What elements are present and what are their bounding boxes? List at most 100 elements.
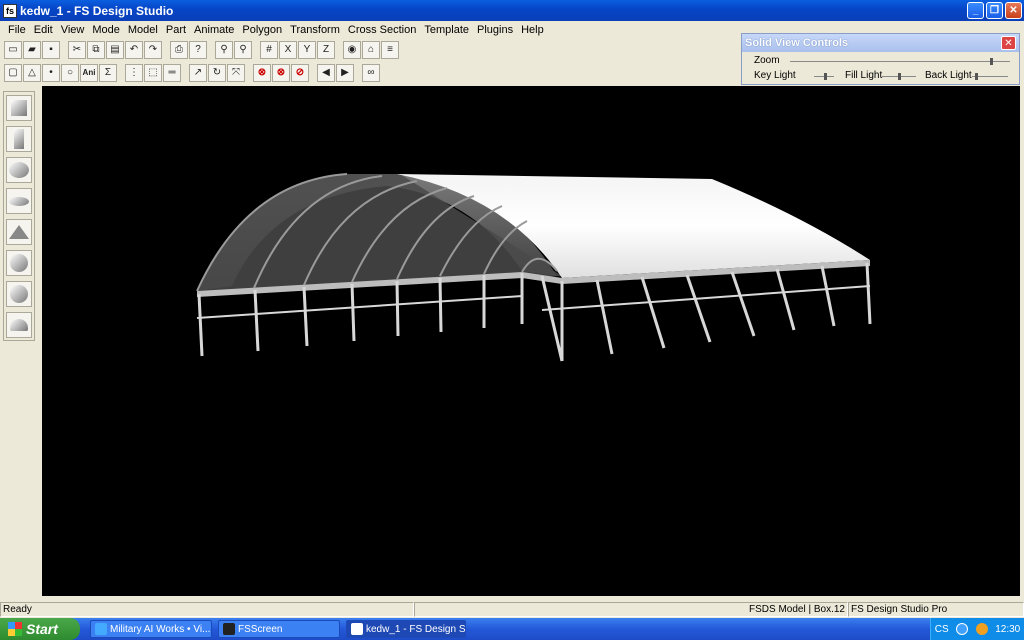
dotted-select-icon[interactable]: ⋮ xyxy=(125,64,143,82)
select-box-icon[interactable]: ▢ xyxy=(4,64,22,82)
dome-primitive-button[interactable] xyxy=(6,312,32,338)
menu-help[interactable]: Help xyxy=(517,24,548,36)
new-file-icon[interactable]: ▭ xyxy=(4,41,22,59)
binoculars-icon[interactable]: ∞ xyxy=(362,64,380,82)
cube-primitive-button[interactable] xyxy=(6,95,32,121)
menu-mode[interactable]: Mode xyxy=(88,24,124,36)
delete-red-icon-1[interactable]: ⊗ xyxy=(253,64,271,82)
taskbar-item-browser[interactable]: Military AI Works • Vi... xyxy=(90,620,212,638)
cylinder-primitive-button[interactable] xyxy=(6,126,32,152)
panel-title: Solid View Controls xyxy=(742,34,1019,52)
hangar-model[interactable] xyxy=(42,86,1020,596)
next-icon[interactable]: ▶ xyxy=(336,64,354,82)
security-icon[interactable] xyxy=(975,623,988,635)
menu-part[interactable]: Part xyxy=(162,24,190,36)
menu-template[interactable]: Template xyxy=(420,24,473,36)
open-folder-icon[interactable]: ▰ xyxy=(23,41,41,59)
sum-icon[interactable]: Σ xyxy=(99,64,117,82)
settings-icon[interactable]: ≡ xyxy=(381,41,399,59)
zoom-out-icon[interactable]: ⚲ xyxy=(234,41,252,59)
paste-icon[interactable]: ▤ xyxy=(106,41,124,59)
menu-edit[interactable]: Edit xyxy=(30,24,57,36)
menu-cross-section[interactable]: Cross Section xyxy=(344,24,420,36)
circle-icon[interactable]: ○ xyxy=(61,64,79,82)
geosphere-icon xyxy=(10,254,28,272)
view-eye-icon[interactable]: ◉ xyxy=(343,41,361,59)
back-light-slider[interactable] xyxy=(972,73,1008,80)
save-icon[interactable]: ▪ xyxy=(42,41,60,59)
tools-toolbar: ▢ △ • ○ Ani Σ ⋮ ⬚ ═ ↗ ↻ ⤧ ⊗ ⊗ ⊘ ◀ ▶ ∞ xyxy=(4,62,380,84)
window-title: kedw_1 - FS Design Studio xyxy=(20,3,174,18)
maximize-button[interactable]: ❐ xyxy=(986,2,1003,19)
menu-file[interactable]: File xyxy=(4,24,30,36)
cut-icon[interactable]: ✂ xyxy=(68,41,86,59)
menu-plugins[interactable]: Plugins xyxy=(473,24,517,36)
taskbar-item-label: kedw_1 - FS Design S... xyxy=(366,623,466,635)
copy-icon[interactable]: ⧉ xyxy=(87,41,105,59)
sphere-primitive-button[interactable] xyxy=(6,157,32,183)
panel-close-icon[interactable]: ✕ xyxy=(1001,36,1016,50)
menu-animate[interactable]: Animate xyxy=(190,24,238,36)
key-light-thumb[interactable] xyxy=(824,73,827,80)
zoom-slider-thumb[interactable] xyxy=(990,58,993,65)
marquee-icon[interactable]: ⬚ xyxy=(144,64,162,82)
status-bar: Ready FSDS Model | Box.12 FS Design Stud… xyxy=(0,602,1024,618)
move-arrow-icon[interactable]: ↗ xyxy=(189,64,207,82)
taskbar-item-fsds[interactable]: kedw_1 - FS Design S... xyxy=(346,620,466,638)
scale-icon[interactable]: ⤧ xyxy=(227,64,245,82)
status-model: FSDS Model | Box.12 xyxy=(414,602,848,617)
grid-icon[interactable]: # xyxy=(260,41,278,59)
status-product: FS Design Studio Pro xyxy=(848,602,1024,617)
cube-icon xyxy=(11,100,27,116)
back-light-thumb[interactable] xyxy=(975,73,978,80)
system-tray: CS 12:30 xyxy=(930,618,1024,640)
point-icon[interactable]: • xyxy=(42,64,60,82)
start-button[interactable]: Start xyxy=(0,618,80,640)
key-light-slider[interactable] xyxy=(814,73,834,80)
taskbar-item-label: FSScreen xyxy=(238,623,283,635)
ruler-icon[interactable]: ═ xyxy=(163,64,181,82)
geosphere2-icon xyxy=(10,285,28,303)
taskbar-item-fsscreen[interactable]: FSScreen xyxy=(218,620,340,638)
geosphere2-primitive-button[interactable] xyxy=(6,281,32,307)
axis-x-icon[interactable]: X xyxy=(279,41,297,59)
undo-icon[interactable]: ↶ xyxy=(125,41,143,59)
cone-primitive-button[interactable] xyxy=(6,219,32,245)
help-icon[interactable]: ? xyxy=(189,41,207,59)
fsds-icon xyxy=(351,623,363,635)
axis-z-icon[interactable]: Z xyxy=(317,41,335,59)
zoom-slider[interactable] xyxy=(790,58,1010,65)
status-text: Ready xyxy=(0,602,414,617)
geosphere-primitive-button[interactable] xyxy=(6,250,32,276)
key-light-label: Key Light xyxy=(754,70,796,81)
fill-light-label: Fill Light xyxy=(845,70,883,81)
animate-button[interactable]: Ani xyxy=(80,64,98,82)
app-icon[interactable]: fs xyxy=(3,3,17,18)
fill-light-thumb[interactable] xyxy=(898,73,901,80)
network-icon[interactable] xyxy=(956,623,969,635)
minimize-button[interactable]: _ xyxy=(967,2,984,19)
rotate-icon[interactable]: ↻ xyxy=(208,64,226,82)
triangle-icon[interactable]: △ xyxy=(23,64,41,82)
menu-view[interactable]: View xyxy=(57,24,89,36)
prev-icon[interactable]: ◀ xyxy=(317,64,335,82)
menu-model[interactable]: Model xyxy=(124,24,162,36)
delete-red-icon-3[interactable]: ⊘ xyxy=(291,64,309,82)
main-toolbar: ▭ ▰ ▪ ✂ ⧉ ▤ ↶ ↷ ⎙ ? ⚲ ⚲ # X Y Z ◉ ⌂ ≡ xyxy=(4,39,399,61)
fill-light-slider[interactable] xyxy=(882,73,916,80)
windows-flag-icon xyxy=(8,622,22,636)
delete-red-icon-2[interactable]: ⊗ xyxy=(272,64,290,82)
clock[interactable]: 12:30 xyxy=(995,624,1020,635)
redo-icon[interactable]: ↷ xyxy=(144,41,162,59)
close-button[interactable]: ✕ xyxy=(1005,2,1022,19)
3d-viewport[interactable] xyxy=(42,86,1020,596)
back-light-label: Back Light xyxy=(925,70,972,81)
home-view-icon[interactable]: ⌂ xyxy=(362,41,380,59)
zoom-in-icon[interactable]: ⚲ xyxy=(215,41,233,59)
language-indicator[interactable]: CS xyxy=(935,624,949,635)
menu-transform[interactable]: Transform xyxy=(286,24,344,36)
axis-y-icon[interactable]: Y xyxy=(298,41,316,59)
menu-polygon[interactable]: Polygon xyxy=(238,24,286,36)
print-icon[interactable]: ⎙ xyxy=(170,41,188,59)
disc-primitive-button[interactable] xyxy=(6,188,32,214)
